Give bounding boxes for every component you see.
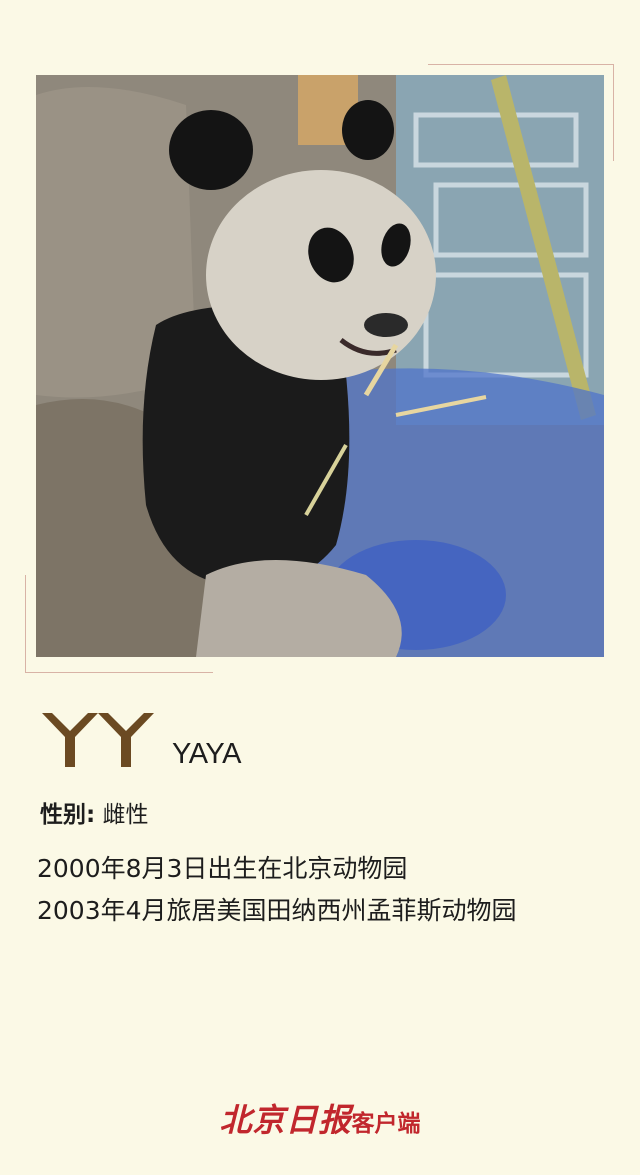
footer-brand-logo: 北京日报客户端 xyxy=(0,1095,640,1141)
panda-name-en: YAYA xyxy=(172,738,241,770)
gender-label: 性别: xyxy=(40,802,96,828)
brand-main: 北京日报 xyxy=(219,1101,352,1139)
gender-row: 性别: 雌性 xyxy=(40,795,149,829)
panda-photo xyxy=(36,75,604,657)
frame-line-top-right xyxy=(428,64,614,65)
frame-line-bottom-left xyxy=(25,672,213,673)
gender-value: 雌性 xyxy=(102,802,149,828)
frame-line-left xyxy=(25,575,26,673)
bio: 2000年8月3日出生在北京动物园 2003年4月旅居美国田纳西州孟菲斯动物园 xyxy=(37,848,517,932)
brand-sub: 客户端 xyxy=(351,1111,421,1137)
yy-monogram-icon xyxy=(42,713,154,771)
bio-line-relocation: 2003年4月旅居美国田纳西州孟菲斯动物园 xyxy=(37,896,517,925)
frame-line-right xyxy=(613,64,614,161)
bio-line-birth: 2000年8月3日出生在北京动物园 xyxy=(37,854,408,883)
